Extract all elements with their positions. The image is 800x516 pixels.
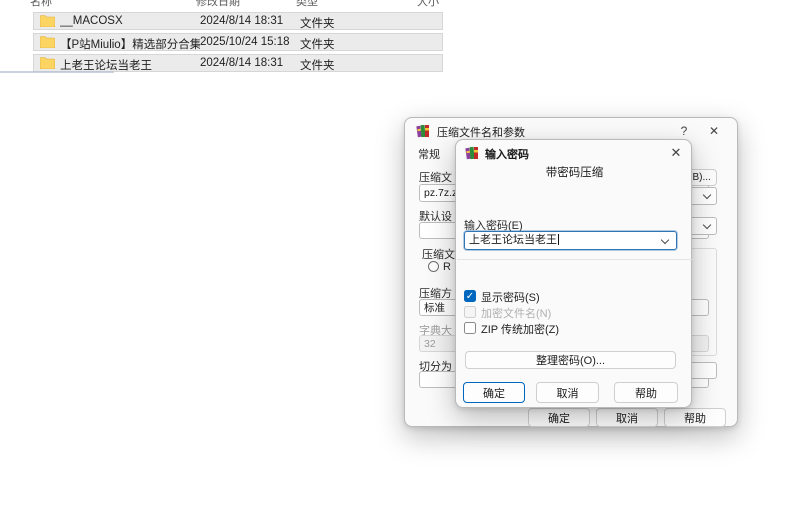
password-input[interactable]: 上老王论坛当老王 [464, 231, 677, 250]
file-name: __MACOSX [60, 15, 123, 27]
encrypt-names-checkbox [464, 306, 476, 318]
password-value: 上老王论坛当老王 [469, 234, 557, 246]
folder-icon [40, 57, 55, 69]
column-header-date[interactable]: 修改日期 [196, 0, 240, 9]
password-dialog-heading: 带密码压缩 [545, 167, 604, 179]
winrar-icon [416, 124, 429, 138]
password-dialog-title: 输入密码 [485, 149, 529, 161]
zip-legacy-checkbox[interactable] [464, 322, 476, 334]
password-dialog: 输入密码 ✕ 带密码压缩 输入密码(E) 上老王论坛当老王 ✓ 显示密码(S) … [455, 139, 692, 408]
file-date: 2024/8/14 18:31 [200, 15, 284, 27]
file-date: 2025/10/24 15:18 [200, 36, 290, 48]
close-icon[interactable]: ✕ [667, 145, 685, 161]
format-radio[interactable] [428, 261, 439, 272]
folder-icon [40, 15, 55, 27]
pane-divider [0, 71, 114, 73]
folder-icon [40, 36, 55, 48]
help-button[interactable]: 帮助 [614, 382, 678, 403]
archive-dialog-title: 压缩文件名和参数 [437, 127, 525, 139]
format-radio-label: R [443, 261, 451, 273]
archive-name-label: 压缩文 [419, 172, 452, 184]
file-list: 名称 修改日期 类型 大小 __MACOSX 2024/8/14 18:31 文… [0, 0, 450, 80]
show-password-label[interactable]: 显示密码(S) [481, 289, 540, 305]
encrypt-names-label: 加密文件名(N) [481, 308, 552, 320]
file-row[interactable]: __MACOSX 2024/8/14 18:31 文件夹 [33, 12, 443, 30]
winrar-icon [465, 146, 478, 160]
ok-button[interactable]: 确定 [463, 382, 525, 403]
file-type: 文件夹 [300, 18, 335, 30]
cancel-button[interactable]: 取消 [596, 408, 658, 427]
format-group-label: 压缩文 [422, 249, 455, 261]
organize-passwords-button[interactable]: 整理密码(O)... [465, 351, 676, 369]
text-caret [558, 234, 559, 245]
file-name: 【P站Miulio】精选部分合集 [60, 39, 200, 51]
column-header-type[interactable]: 类型 [296, 0, 318, 9]
file-row[interactable]: 上老王论坛当老王 2024/8/14 18:31 文件夹 [33, 54, 443, 72]
ok-button[interactable]: 确定 [528, 408, 590, 427]
file-type: 文件夹 [300, 60, 335, 72]
show-password-checkbox[interactable]: ✓ [464, 290, 476, 302]
file-type: 文件夹 [300, 39, 335, 51]
column-header-name[interactable]: 名称 [30, 0, 52, 9]
separator [457, 259, 692, 260]
tab-general[interactable]: 常规 [418, 146, 440, 162]
cancel-button[interactable]: 取消 [536, 382, 599, 403]
file-row[interactable]: 【P站Miulio】精选部分合集 2025/10/24 15:18 文件夹 [33, 33, 443, 51]
column-header-size[interactable]: 大小 [417, 0, 439, 9]
close-icon[interactable]: ✕ [705, 123, 723, 139]
help-button[interactable]: 帮助 [664, 408, 726, 427]
zip-legacy-label[interactable]: ZIP 传统加密(Z) [481, 321, 559, 337]
file-date: 2024/8/14 18:31 [200, 57, 284, 69]
help-icon[interactable]: ? [675, 123, 693, 139]
